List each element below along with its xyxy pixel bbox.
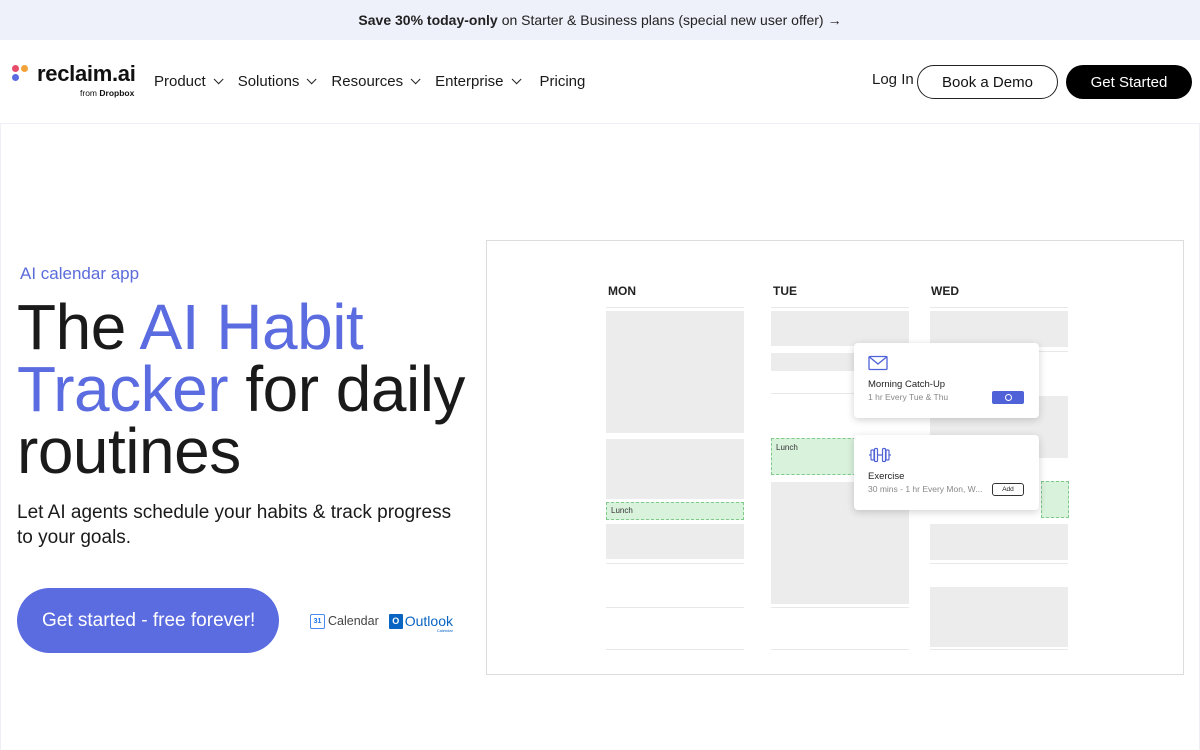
nav-label: Enterprise <box>435 72 504 90</box>
chevron-down-icon <box>410 73 421 84</box>
google-calendar-icon: 31 <box>310 613 325 629</box>
outlook-icon: O <box>388 613 403 629</box>
day-header-wed: WED <box>931 284 959 298</box>
lunch-block: Lunch <box>771 438 861 475</box>
envelope-icon <box>868 355 888 371</box>
google-calendar-label: Calendar <box>328 614 379 628</box>
lunch-block <box>1041 481 1069 518</box>
integrations: 31 Calendar O Outlook Calendar <box>310 610 453 633</box>
grid-line <box>606 649 744 650</box>
outlook-label: Outlook <box>404 613 453 629</box>
nav-enterprise[interactable]: Enterprise <box>435 70 522 92</box>
logo[interactable]: reclaim.ai from Dropbox <box>12 61 142 100</box>
habit-card-morning-catchup[interactable]: Morning Catch-Up 1 hr Every Tue & Thu <box>854 343 1039 418</box>
hero-headline: The AI Habit Tracker for daily routines <box>17 291 465 487</box>
dumbbell-icon <box>869 447 891 463</box>
get-started-free-button[interactable]: Get started - free forever! <box>17 588 279 653</box>
book-demo-button[interactable]: Book a Demo <box>917 65 1058 99</box>
calendar-event-block <box>930 524 1068 560</box>
chevron-down-icon <box>511 73 522 84</box>
day-header-tue: TUE <box>773 284 797 298</box>
lunch-block: Lunch <box>606 502 744 520</box>
chevron-down-icon <box>213 73 224 84</box>
outlook-sublabel: Calendar <box>436 628 453 633</box>
nav-label: Product <box>154 72 206 90</box>
habit-card-exercise[interactable]: Exercise 30 mins - 1 hr Every Mon, W... … <box>854 435 1039 510</box>
logo-mark-icon <box>12 65 34 85</box>
calendar-event-block <box>930 587 1068 647</box>
hero-subhead: Let AI agents schedule your habits & tra… <box>17 502 452 548</box>
site-header: reclaim.ai from Dropbox Product Solution… <box>0 40 1200 124</box>
calendar-event-block <box>606 311 744 433</box>
grid-line <box>606 307 744 308</box>
nav-product[interactable]: Product <box>154 70 224 92</box>
nav-solutions[interactable]: Solutions <box>237 70 317 92</box>
calendar-preview: MON TUE WED Lunch Lunch Morning Catch-Up… <box>486 240 1184 675</box>
grid-line <box>771 307 909 308</box>
chevron-down-icon <box>307 73 317 84</box>
check-icon <box>1004 394 1012 401</box>
grid-line <box>771 607 909 608</box>
nav-label: Resources <box>331 72 404 90</box>
promo-highlight: Save 30% today-only <box>358 12 498 28</box>
main-nav: Product Solutions Resources Enterprise P… <box>154 70 603 92</box>
nav-label: Pricing <box>539 72 586 90</box>
get-started-button[interactable]: Get Started <box>1066 65 1192 99</box>
day-header-mon: MON <box>608 284 636 298</box>
habit-title: Morning Catch-Up <box>868 379 946 390</box>
grid-line <box>606 563 744 564</box>
nav-label: Solutions <box>237 72 300 90</box>
calendar-event-block <box>771 311 909 346</box>
arrow-right-icon: → <box>827 12 842 28</box>
grid-line <box>930 307 1068 308</box>
outlook-badge: O Outlook Calendar <box>388 613 453 633</box>
nav-resources[interactable]: Resources <box>331 70 421 92</box>
promo-banner[interactable]: Save 30% today-only on Starter & Busines… <box>0 0 1200 40</box>
calendar-event-block <box>606 524 744 559</box>
nav-pricing[interactable]: Pricing <box>540 70 586 92</box>
check-button[interactable] <box>992 391 1024 404</box>
grid-line <box>930 563 1068 564</box>
promo-text: on Starter & Business plans (special new… <box>501 12 824 28</box>
calendar-event-block <box>930 311 1068 347</box>
habit-meta: 30 mins - 1 hr Every Mon, W... <box>868 484 983 494</box>
logo-wordmark: reclaim.ai <box>37 61 136 86</box>
grid-line <box>771 649 909 650</box>
google-calendar-badge: 31 Calendar <box>310 613 379 629</box>
logo-subline: from Dropbox <box>80 88 135 98</box>
grid-line <box>930 649 1068 650</box>
grid-line <box>606 607 744 608</box>
calendar-event-block <box>606 439 744 499</box>
login-link[interactable]: Log In <box>872 71 914 88</box>
add-button[interactable]: Add <box>992 483 1024 496</box>
hero-eyebrow: AI calendar app <box>20 264 140 283</box>
habit-meta: 1 hr Every Tue & Thu <box>868 392 949 402</box>
habit-title: Exercise <box>868 471 905 482</box>
